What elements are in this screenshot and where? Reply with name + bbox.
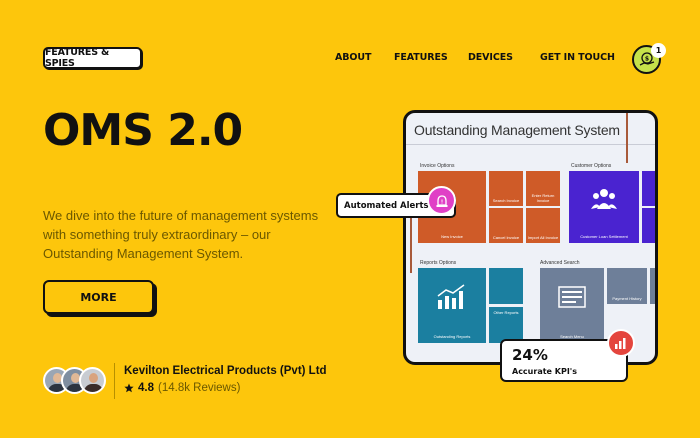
- tile-search-menu: Search Menu: [540, 268, 604, 343]
- tile-customer-loan: Customer Loan Settlement: [569, 171, 639, 243]
- alarm-icon: !: [427, 186, 456, 215]
- section-label: Reports Options: [420, 260, 457, 266]
- tile: [650, 268, 655, 304]
- hero-description: We dive into the future of management sy…: [43, 208, 319, 261]
- analytics-icon: [607, 329, 635, 357]
- cart-count-badge: 1: [651, 43, 666, 58]
- arrow-icon: [626, 113, 628, 163]
- review-count: (14.8k Reviews): [158, 382, 241, 394]
- tile-other-reports: Other Reports: [489, 307, 523, 343]
- kpi-label: Accurate KPI's: [512, 367, 577, 376]
- tile-outstanding-reports: Outstanding Reports: [418, 268, 486, 343]
- nav-get-in-touch-link[interactable]: GET IN TOUCH: [540, 52, 615, 63]
- tile-enter-return: Enter Return Invoice: [526, 171, 560, 206]
- rating-value: 4.8: [138, 382, 154, 394]
- company-name: Kevilton Electrical Products (Pvt) Ltd: [124, 365, 327, 377]
- app-preview-screenshot: Outstanding Management System Invoice Op…: [403, 110, 658, 365]
- tile-calendar: [489, 268, 523, 304]
- tile: [642, 208, 655, 243]
- reviewer-avatars: [43, 367, 107, 394]
- tile-search-invoice: Search Invoice: [489, 171, 523, 206]
- kpi-value: 24%: [512, 346, 548, 364]
- more-button[interactable]: MORE: [43, 280, 154, 314]
- logo-button[interactable]: FEATURES & SPIES: [43, 47, 142, 69]
- divider: [114, 363, 115, 399]
- preview-title: Outstanding Management System: [414, 122, 620, 138]
- section-label: Customer Options: [571, 163, 612, 169]
- tile: [642, 171, 655, 206]
- avatar: [79, 367, 106, 394]
- svg-text:!: !: [440, 199, 442, 205]
- star-icon: [124, 383, 134, 393]
- rating: 4.8 (14.8k Reviews): [124, 382, 240, 394]
- page-title: OMS 2.0: [43, 105, 243, 156]
- nav-features-link[interactable]: FEATURES: [394, 52, 448, 63]
- tile-cancel-invoice: Cancel Invoice: [489, 208, 523, 243]
- arrow-icon: [410, 213, 412, 273]
- divider: [406, 144, 655, 145]
- section-label: Advanced Search: [540, 260, 580, 266]
- nav-devices-link[interactable]: DEVICES: [468, 52, 513, 63]
- nav-about-link[interactable]: ABOUT: [335, 52, 371, 63]
- tile-import-invoice: Import All Invoice: [526, 208, 560, 243]
- tile-payment-history: Payment History: [607, 268, 647, 304]
- section-label: Invoice Options: [420, 163, 455, 169]
- svg-text:$: $: [644, 55, 648, 62]
